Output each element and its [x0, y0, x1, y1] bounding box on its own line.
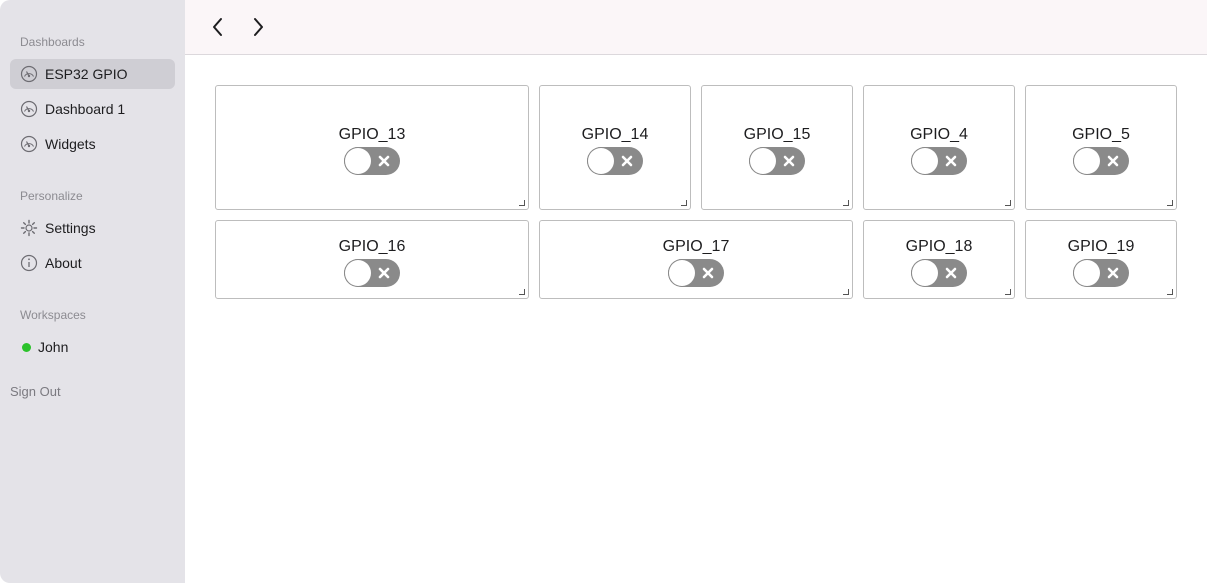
gpio-toggle-switch[interactable]: [911, 147, 967, 175]
widget-title: GPIO_14: [581, 126, 649, 143]
online-status-dot: [22, 342, 31, 352]
widget-card-gpio-14[interactable]: GPIO_14: [539, 85, 691, 210]
close-icon: [945, 155, 957, 167]
info-icon: [20, 254, 38, 272]
sidebar-item-label: About: [45, 255, 82, 271]
widget-card-gpio-18[interactable]: GPIO_18: [863, 220, 1015, 299]
toolbar: [185, 0, 1207, 55]
gauge-icon: [20, 135, 38, 153]
sidebar-item-settings[interactable]: Settings: [10, 213, 175, 243]
chevron-right-icon: [254, 18, 263, 36]
widget-title: GPIO_17: [662, 238, 730, 255]
widget-title: GPIO_5: [1072, 126, 1130, 143]
widget-card-gpio-13[interactable]: GPIO_13: [215, 85, 529, 210]
widget-title: GPIO_16: [338, 238, 406, 255]
widget-card-gpio-16[interactable]: GPIO_16: [215, 220, 529, 299]
gpio-toggle-switch[interactable]: [911, 259, 967, 287]
gear-icon: [20, 219, 38, 237]
toggle-knob: [1074, 148, 1100, 174]
workspace-label: John: [38, 339, 69, 355]
sidebar-item-about[interactable]: About: [10, 248, 175, 278]
toggle-knob: [669, 260, 695, 286]
resize-handle[interactable]: [681, 200, 687, 206]
forward-button[interactable]: [245, 14, 271, 40]
sign-out-link[interactable]: Sign Out: [10, 384, 61, 399]
widget-title: GPIO_13: [338, 126, 406, 143]
sidebar-item-dashboard-1[interactable]: Dashboard 1: [10, 94, 175, 124]
toggle-knob: [588, 148, 614, 174]
toggle-knob: [912, 148, 938, 174]
close-icon: [621, 155, 633, 167]
widget-card-gpio-15[interactable]: GPIO_15: [701, 85, 853, 210]
close-icon: [1107, 155, 1119, 167]
resize-handle[interactable]: [1167, 200, 1173, 206]
widget-title: GPIO_19: [1067, 238, 1135, 255]
widget-title: GPIO_4: [910, 126, 968, 143]
sidebar-item-label: Widgets: [45, 136, 96, 152]
sidebar-item-label: ESP32 GPIO: [45, 66, 128, 82]
workspaces-section-label: Workspaces: [20, 308, 86, 322]
close-icon: [945, 267, 957, 279]
close-icon: [1107, 267, 1119, 279]
gpio-toggle-switch[interactable]: [1073, 147, 1129, 175]
gpio-toggle-switch[interactable]: [587, 147, 643, 175]
gauge-icon: [20, 100, 38, 118]
sidebar: Dashboards ESP32 GPIO Dashboard 1 Widget…: [0, 0, 185, 583]
sidebar-item-label: Dashboard 1: [45, 101, 126, 117]
chevron-left-icon: [213, 18, 222, 36]
gpio-toggle-switch[interactable]: [668, 259, 724, 287]
toggle-knob: [1074, 260, 1100, 286]
resize-handle[interactable]: [1005, 200, 1011, 206]
sidebar-item-esp32-gpio[interactable]: ESP32 GPIO: [10, 59, 175, 89]
close-icon: [378, 155, 390, 167]
gpio-toggle-switch[interactable]: [344, 259, 400, 287]
gpio-toggle-switch[interactable]: [344, 147, 400, 175]
resize-handle[interactable]: [843, 200, 849, 206]
resize-handle[interactable]: [519, 289, 525, 295]
close-icon: [783, 155, 795, 167]
toggle-knob: [912, 260, 938, 286]
back-button[interactable]: [205, 14, 231, 40]
resize-handle[interactable]: [843, 289, 849, 295]
widget-card-gpio-19[interactable]: GPIO_19: [1025, 220, 1177, 299]
personalize-section-label: Personalize: [20, 189, 83, 203]
widget-title: GPIO_15: [743, 126, 811, 143]
close-icon: [702, 267, 714, 279]
gauge-icon: [20, 65, 38, 83]
resize-handle[interactable]: [1167, 289, 1173, 295]
resize-handle[interactable]: [1005, 289, 1011, 295]
toggle-knob: [345, 260, 371, 286]
widget-card-gpio-5[interactable]: GPIO_5: [1025, 85, 1177, 210]
toggle-knob: [750, 148, 776, 174]
widget-title: GPIO_18: [905, 238, 973, 255]
close-icon: [378, 267, 390, 279]
gpio-toggle-switch[interactable]: [749, 147, 805, 175]
gpio-toggle-switch[interactable]: [1073, 259, 1129, 287]
widget-card-gpio-17[interactable]: GPIO_17: [539, 220, 853, 299]
resize-handle[interactable]: [519, 200, 525, 206]
sidebar-item-widgets[interactable]: Widgets: [10, 129, 175, 159]
toggle-knob: [345, 148, 371, 174]
widget-card-gpio-4[interactable]: GPIO_4: [863, 85, 1015, 210]
workspace-item-john[interactable]: John: [10, 332, 175, 362]
sidebar-item-label: Settings: [45, 220, 96, 236]
dashboards-section-label: Dashboards: [20, 35, 85, 49]
